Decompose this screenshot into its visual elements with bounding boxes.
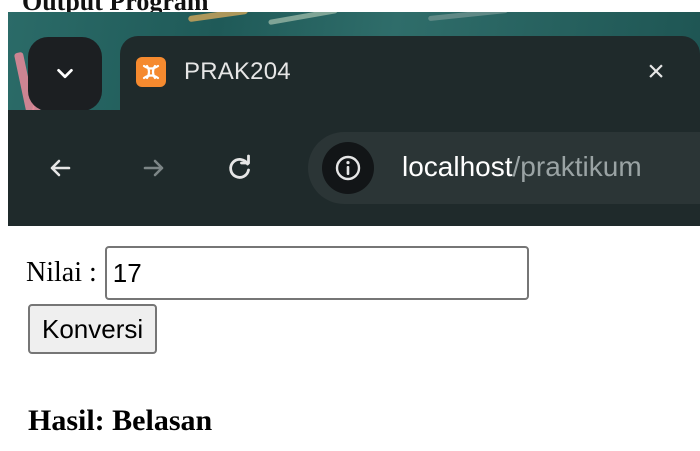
xampp-icon <box>136 57 166 87</box>
tab-title: PRAK204 <box>184 58 291 85</box>
caption-text: Output Program <box>22 0 209 12</box>
tab-search-button[interactable] <box>28 37 102 110</box>
forward-button[interactable] <box>134 148 174 188</box>
theme-decoration <box>427 12 509 22</box>
info-icon <box>335 155 361 181</box>
close-icon[interactable]: × <box>636 52 676 92</box>
address-bar[interactable]: localhost/praktikum <box>308 132 700 204</box>
page-caption: Output Program <box>0 0 700 12</box>
back-arrow-icon <box>50 159 71 177</box>
tab-strip: PRAK204 × <box>8 12 700 110</box>
chevron-down-icon <box>57 68 73 79</box>
nilai-input[interactable] <box>104 246 529 300</box>
back-button[interactable] <box>40 148 80 188</box>
reload-icon <box>229 154 250 179</box>
browser-toolbar: localhost/praktikum <box>8 110 700 226</box>
page-content: Nilai : Konversi Hasil: Belasan <box>8 226 700 451</box>
url-text[interactable]: localhost/praktikum <box>402 151 642 183</box>
site-info-button[interactable] <box>322 142 374 194</box>
url-host: localhost <box>402 151 513 182</box>
forward-arrow-icon <box>143 159 164 177</box>
url-path: /praktikum <box>512 151 642 182</box>
konversi-button[interactable]: Konversi <box>28 304 158 354</box>
browser-tab[interactable]: PRAK204 × <box>120 36 700 110</box>
result-text: Hasil: Belasan <box>28 404 213 437</box>
theme-decoration <box>187 12 249 23</box>
reload-button[interactable] <box>220 148 260 188</box>
nilai-label: Nilai : <box>26 257 97 288</box>
theme-decoration <box>268 12 338 26</box>
nilai-form-row: Nilai : <box>26 246 529 300</box>
